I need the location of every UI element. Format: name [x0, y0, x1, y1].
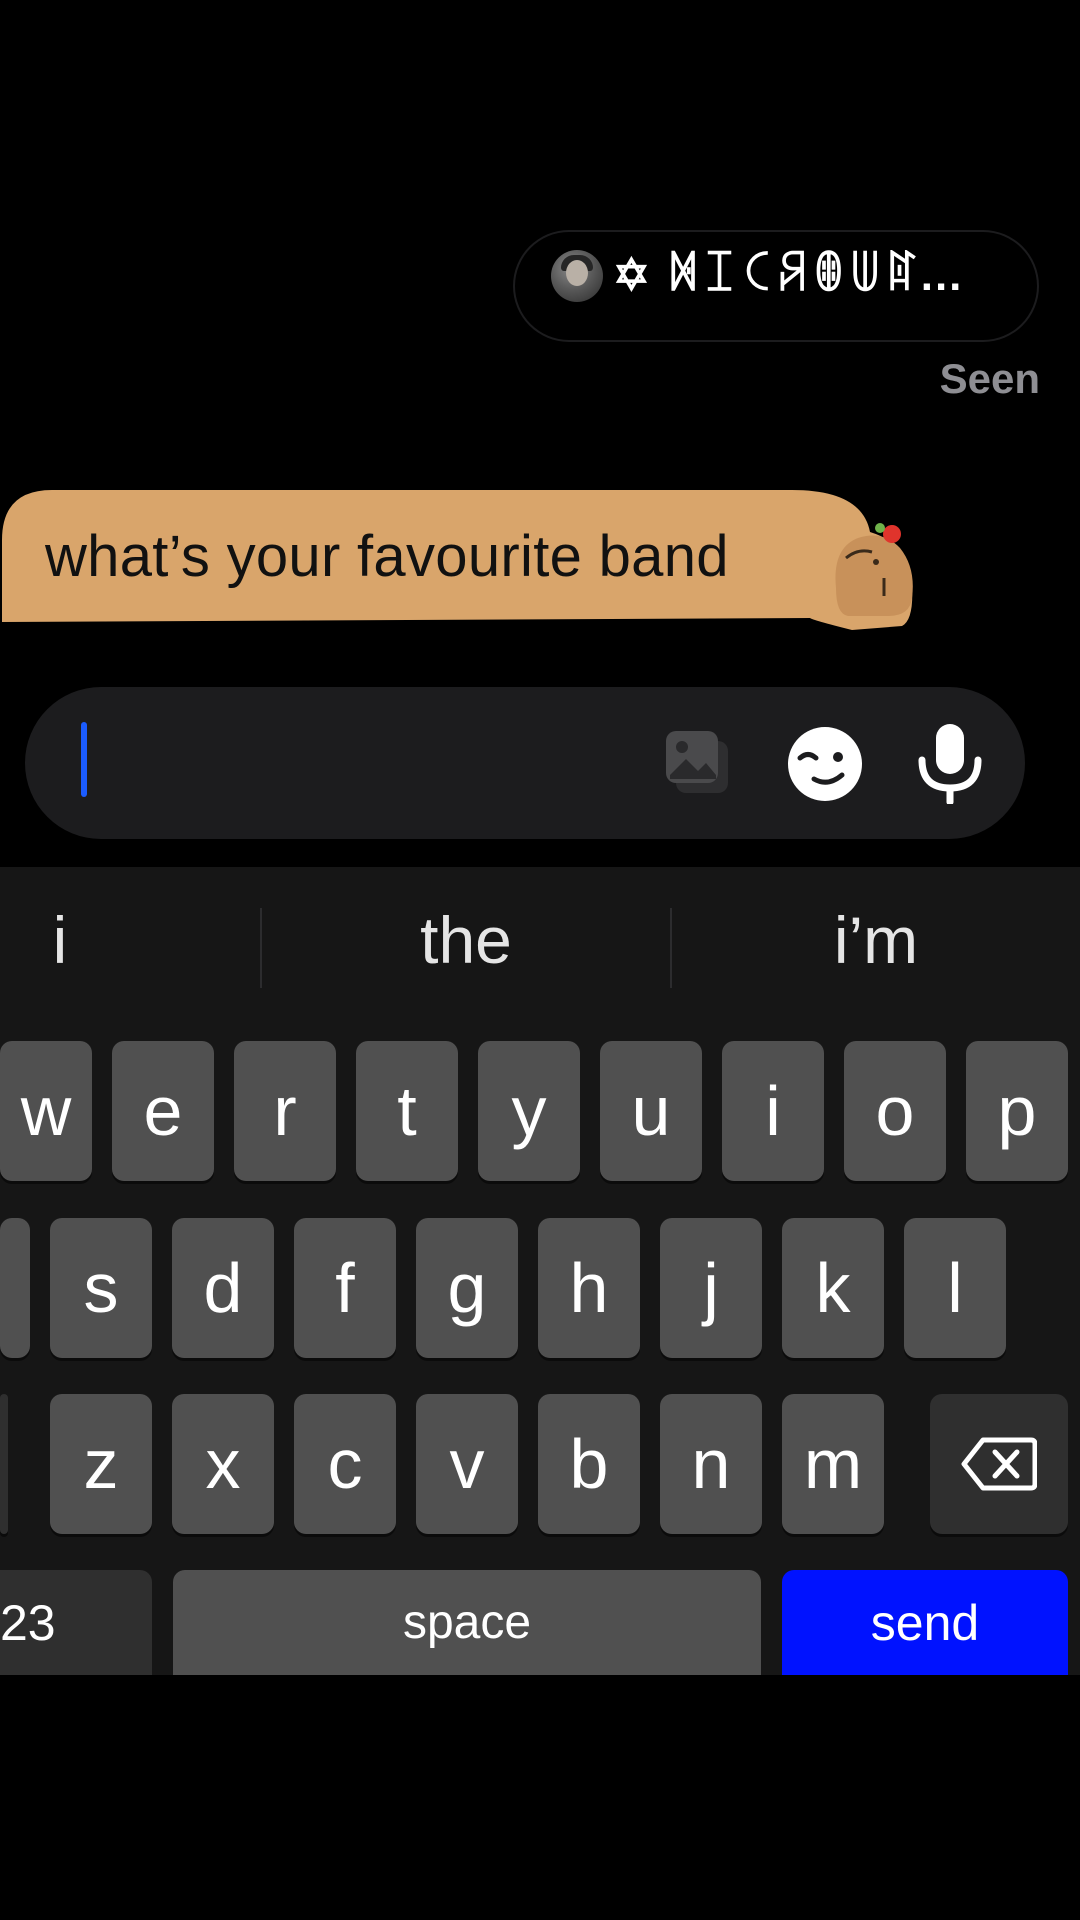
- backspace-icon: [961, 1437, 1037, 1491]
- key-w[interactable]: w: [0, 1041, 92, 1181]
- suggestion-3[interactable]: i’m: [672, 885, 1080, 995]
- key-t[interactable]: t: [356, 1041, 458, 1181]
- key-c[interactable]: c: [294, 1394, 396, 1534]
- key-b[interactable]: b: [538, 1394, 640, 1534]
- key-g[interactable]: g: [416, 1218, 518, 1358]
- shift-key[interactable]: [0, 1394, 8, 1534]
- send-button[interactable]: send: [782, 1570, 1068, 1675]
- text-cursor: [81, 722, 87, 797]
- space-key[interactable]: space: [173, 1570, 761, 1675]
- key-j[interactable]: j: [660, 1218, 762, 1358]
- key-z[interactable]: z: [50, 1394, 152, 1534]
- key-i[interactable]: i: [722, 1041, 824, 1181]
- key-p[interactable]: p: [966, 1041, 1068, 1181]
- key-y[interactable]: y: [478, 1041, 580, 1181]
- suggestion-1[interactable]: i: [0, 885, 120, 995]
- key-m[interactable]: m: [782, 1394, 884, 1534]
- seen-status: Seen: [939, 355, 1040, 402]
- key-a[interactable]: [0, 1218, 30, 1358]
- sticker-face-icon[interactable]: [786, 725, 864, 803]
- key-k[interactable]: k: [782, 1218, 884, 1358]
- key-v[interactable]: v: [416, 1394, 518, 1534]
- backspace-key[interactable]: [930, 1394, 1068, 1534]
- key-d[interactable]: d: [172, 1218, 274, 1358]
- key-o[interactable]: o: [844, 1041, 946, 1181]
- avatar: [551, 250, 603, 302]
- message-input[interactable]: [80, 715, 644, 807]
- key-e[interactable]: e: [112, 1041, 214, 1181]
- key-n[interactable]: n: [660, 1394, 762, 1534]
- microphone-icon[interactable]: [912, 722, 988, 804]
- numbers-key[interactable]: 23: [0, 1570, 152, 1675]
- gallery-icon[interactable]: [662, 725, 740, 803]
- key-h[interactable]: h: [538, 1218, 640, 1358]
- message-text: what’s your favourite band: [45, 524, 729, 589]
- key-f[interactable]: f: [294, 1218, 396, 1358]
- key-r[interactable]: r: [234, 1041, 336, 1181]
- bottom-letterbox: [0, 1675, 1080, 1920]
- capybara-icon: [835, 523, 913, 616]
- key-u[interactable]: u: [600, 1041, 702, 1181]
- suggestion-2[interactable]: the: [262, 885, 670, 995]
- key-s[interactable]: s: [50, 1218, 152, 1358]
- key-x[interactable]: x: [172, 1394, 274, 1534]
- reply-preview-name: ✡ ꁒꀤꉓꋪꂦꅏꍏ...: [613, 251, 964, 300]
- key-l[interactable]: l: [904, 1218, 1006, 1358]
